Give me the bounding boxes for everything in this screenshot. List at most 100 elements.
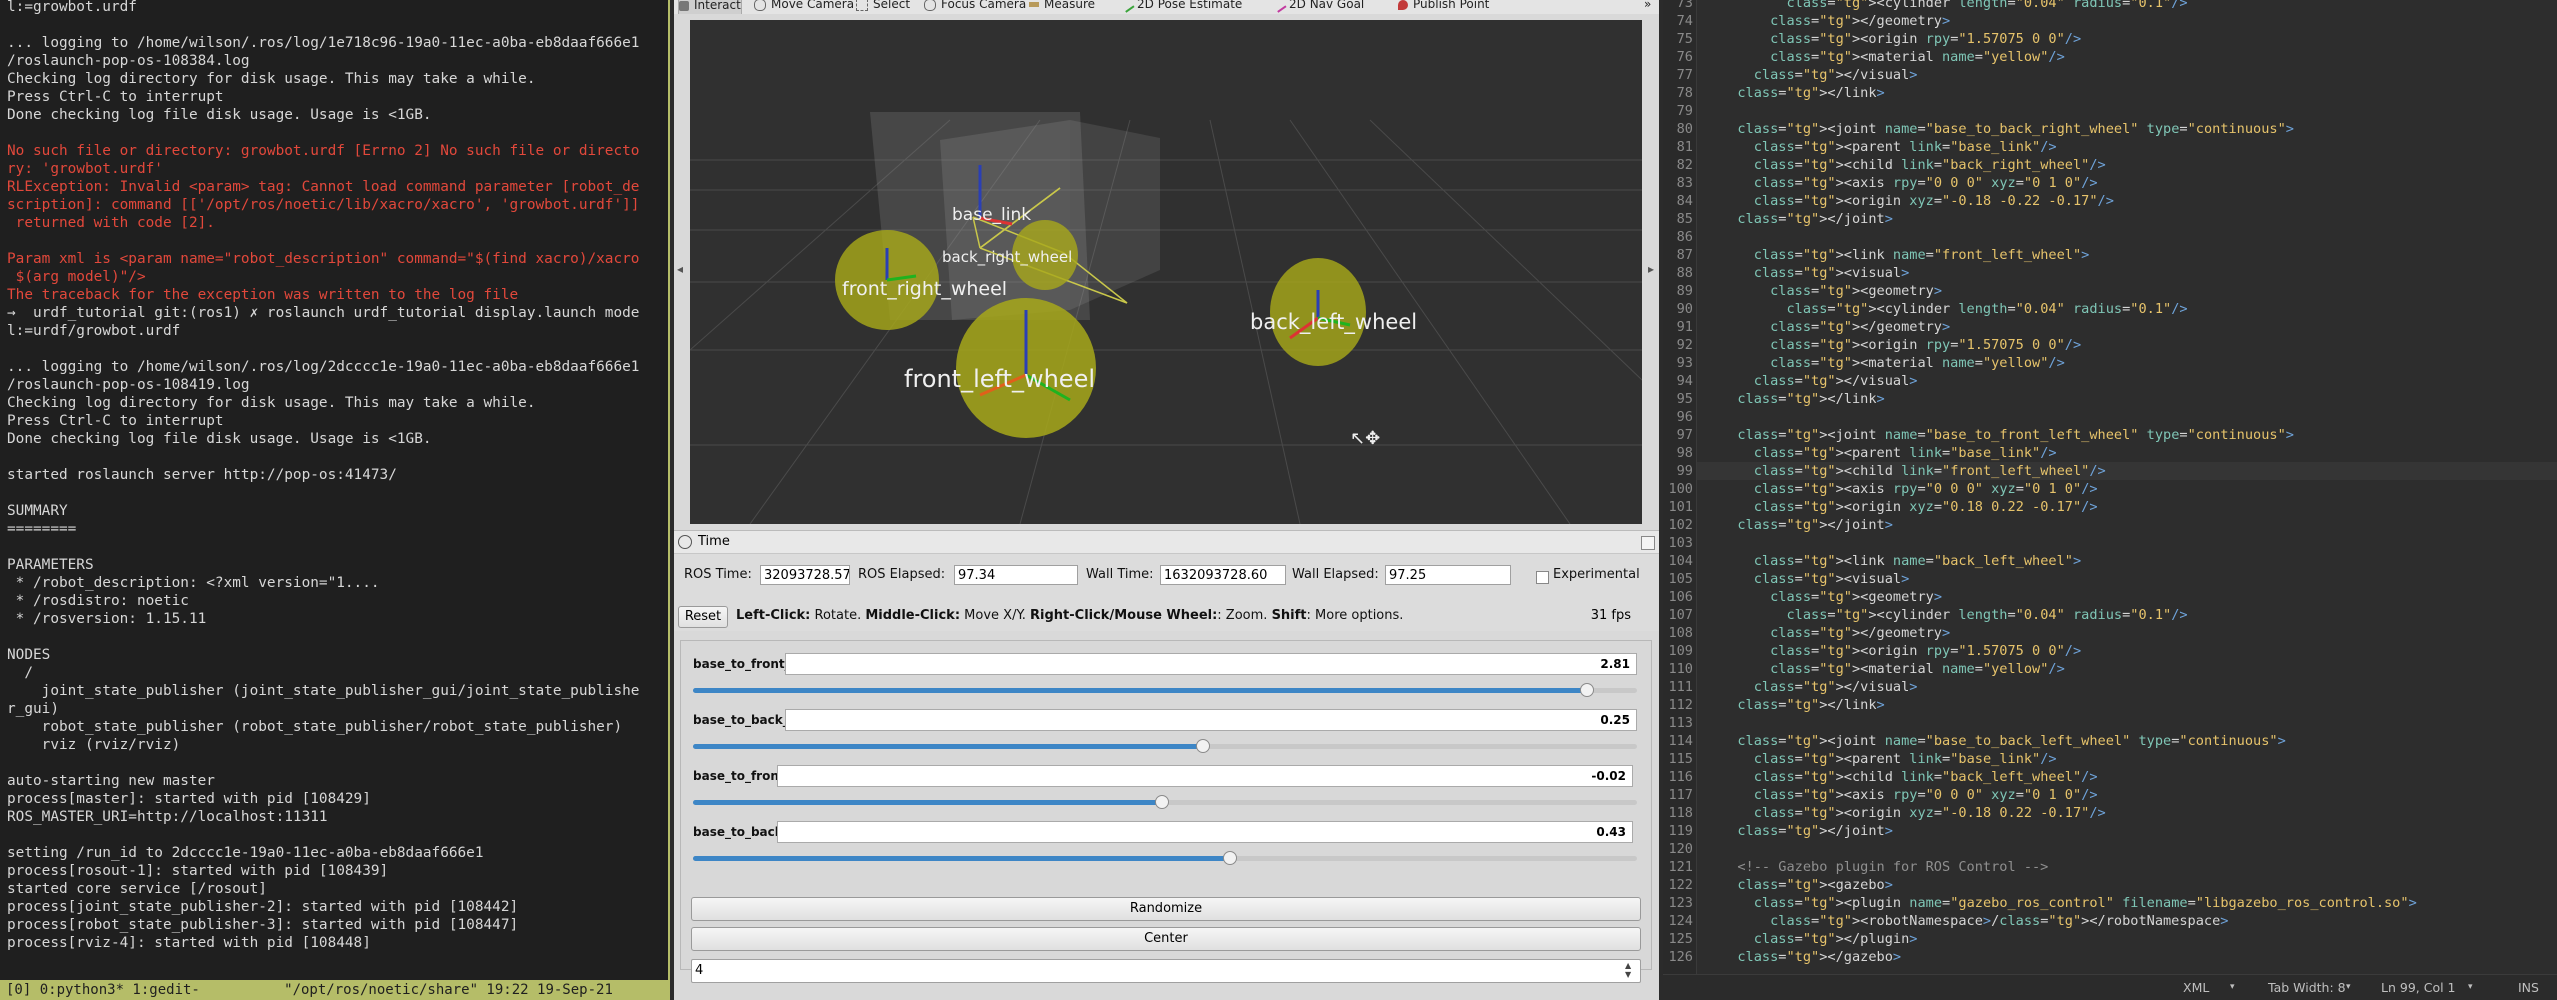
- right-dock-collapse-icon[interactable]: ▸: [1648, 262, 1654, 276]
- terminal-line: ... logging to /home/wilson/.ros/log/1e7…: [7, 35, 640, 51]
- tool-measure[interactable]: Measure: [1029, 0, 1095, 13]
- spinbox-arrows-icon[interactable]: ▲ ▼: [1625, 961, 1631, 979]
- tool-publish-point[interactable]: Publish Point: [1398, 0, 1489, 13]
- joint-slider[interactable]: [693, 795, 1637, 809]
- wall-elapsed-field[interactable]: 97.25: [1385, 565, 1511, 585]
- gedit-window[interactable]: 73 74 75 76 77 78 79 80 81 82 83 84 85 86 87 88 89 90 91 92…: [1663, 0, 2557, 1000]
- toolbar-overflow-icon[interactable]: »: [1644, 0, 1651, 13]
- slider-handle[interactable]: [1155, 795, 1170, 809]
- joint-value-field[interactable]: -0.02: [777, 765, 1633, 787]
- tool-interact[interactable]: Interact: [678, 0, 742, 14]
- line-number: 74: [1676, 13, 1693, 29]
- slider-handle[interactable]: [1579, 683, 1594, 697]
- line-number: 115: [1668, 751, 1693, 767]
- code-line: class="tg"><geometry>: [1770, 283, 1942, 299]
- code-line: <!-- Gazebo plugin for ROS Control -->: [1721, 859, 2049, 875]
- tool-2d-pose-estimate[interactable]: 2D Pose Estimate: [1119, 0, 1242, 13]
- line-number: 122: [1668, 877, 1693, 893]
- move-camera-icon: [754, 0, 766, 11]
- language-selector[interactable]: XML: [2183, 975, 2209, 1000]
- terminal-line: /roslaunch-pop-os-108419.log: [7, 377, 250, 393]
- ros-elapsed-field[interactable]: 97.34: [954, 565, 1078, 585]
- code-line: class="tg"><visual>: [1753, 571, 1910, 587]
- tab-width-selector[interactable]: Tab Width: 8: [2268, 975, 2346, 1000]
- line-number: 109: [1668, 643, 1693, 659]
- terminal-line: PARAMETERS: [7, 557, 94, 573]
- code-line: class="tg"><parent link="base_link"/>: [1753, 445, 2057, 461]
- line-number: 124: [1668, 913, 1693, 929]
- terminal-line: NODES: [7, 647, 51, 663]
- spinbox-input[interactable]: 4: [691, 959, 1641, 983]
- slider-fill: [693, 800, 1163, 805]
- terminal-line: → urdf_tutorial git:(ros1) ✗ roslaunch u…: [7, 305, 640, 321]
- tool-2d-nav-goal[interactable]: 2D Nav Goal: [1271, 0, 1364, 13]
- joint-value-field[interactable]: 2.81: [785, 653, 1637, 675]
- wall-time-field[interactable]: 1632093728.60: [1160, 565, 1286, 585]
- line-number-gutter: 73 74 75 76 77 78 79 80 81 82 83 84 85 86 87 88 89 90 91 92…: [1663, 0, 1697, 975]
- map-pin-icon: [1398, 0, 1408, 10]
- line-number: 102: [1668, 517, 1693, 533]
- label-front-right-wheel: front_right_wheel: [842, 278, 1008, 300]
- joint-value-field[interactable]: 0.25: [785, 709, 1637, 731]
- line-number: 97: [1676, 427, 1693, 443]
- panel-undock-icon[interactable]: [1641, 536, 1655, 550]
- line-number: 116: [1668, 769, 1693, 785]
- terminal-line: Checking log directory for disk usage. T…: [7, 71, 536, 87]
- terminal-line: * /rosdistro: noetic: [7, 593, 189, 609]
- 3d-viewport[interactable]: front_right_wheel front_left_wheel back_…: [690, 20, 1642, 524]
- terminal-window[interactable]: l:=growbot.urdf ... logging to /home/wils…: [0, 0, 670, 1000]
- line-number: 78: [1676, 85, 1693, 101]
- left-dock-collapse-icon[interactable]: ◂: [677, 262, 683, 276]
- code-line: class="tg"></joint>: [1737, 823, 1893, 839]
- code-line: class="tg"></visual>: [1753, 679, 1918, 695]
- slider-handle[interactable]: [1195, 739, 1210, 753]
- terminal-output: l:=growbot.urdf ... logging to /home/wils…: [0, 0, 670, 952]
- terminal-line: ROS_MASTER_URI=http://localhost:11311: [7, 809, 328, 825]
- terminal-line: r_gui): [7, 701, 59, 717]
- code-line: class="tg"><origin rpy="1.57075 0 0"/>: [1770, 337, 2082, 353]
- experimental-checkbox[interactable]: [1536, 571, 1549, 584]
- code-editor[interactable]: class="tg"><cylinder length="0.04" radiu…: [1721, 0, 2417, 966]
- joint-slider[interactable]: [693, 683, 1637, 697]
- code-line: class="tg"></plugin>: [1753, 931, 1918, 947]
- line-number: 100: [1668, 481, 1693, 497]
- tool-move-camera[interactable]: Move Camera: [754, 0, 854, 13]
- code-line: class="tg"><axis rpy="0 0 0" xyz="0 1 0"…: [1753, 787, 2098, 803]
- cursor-position[interactable]: Ln 99, Col 1: [2381, 975, 2456, 1000]
- joint-slider[interactable]: [693, 739, 1637, 753]
- terminal-line: ry: 'growbot.urdf': [7, 161, 163, 177]
- ruler-icon: [1029, 2, 1039, 7]
- code-line: class="tg"><material name="yellow"/>: [1770, 49, 2065, 65]
- line-number: 95: [1676, 391, 1693, 407]
- joint-slider[interactable]: [693, 851, 1637, 865]
- line-number: 85: [1676, 211, 1693, 227]
- scene-canvas: [690, 112, 1642, 524]
- terminal-line: SUMMARY: [7, 503, 68, 519]
- chevron-down-icon: ▾: [2346, 982, 2351, 992]
- chevron-down-icon: ▾: [2230, 982, 2235, 992]
- terminal-line: * /rosversion: 1.15.11: [7, 611, 207, 627]
- tool-focus-camera[interactable]: Focus Camera: [924, 0, 1026, 13]
- terminal-line: robot_state_publisher (robot_state_publi…: [7, 719, 623, 735]
- terminal-line: The traceback for the exception was writ…: [7, 287, 519, 303]
- joint-value-field[interactable]: 0.43: [777, 821, 1633, 843]
- terminal-line: process[joint_state_publisher-2]: starte…: [7, 899, 519, 915]
- randomize-button[interactable]: Randomize: [691, 897, 1641, 921]
- code-line: class="tg"><gazebo>: [1737, 877, 1893, 893]
- slider-handle[interactable]: [1223, 851, 1238, 865]
- code-line: class="tg"><plugin name="gazebo_ros_cont…: [1753, 895, 2417, 911]
- terminal-line: Param xml is <param name="robot_descript…: [7, 251, 640, 267]
- terminal-line: started roslaunch server http://pop-os:4…: [7, 467, 397, 483]
- line-number: 121: [1668, 859, 1693, 875]
- reset-button[interactable]: Reset: [678, 606, 728, 628]
- chevron-down-icon: ▾: [2468, 982, 2473, 992]
- ros-time-field[interactable]: 32093728.57: [760, 565, 850, 585]
- center-button[interactable]: Center: [691, 927, 1641, 951]
- tool-select[interactable]: Select: [856, 0, 910, 13]
- rviz-window[interactable]: Interact Move Camera Select Focus Camera…: [674, 0, 1659, 1000]
- terminal-line: process[rosout-1]: started with pid [108…: [7, 863, 389, 879]
